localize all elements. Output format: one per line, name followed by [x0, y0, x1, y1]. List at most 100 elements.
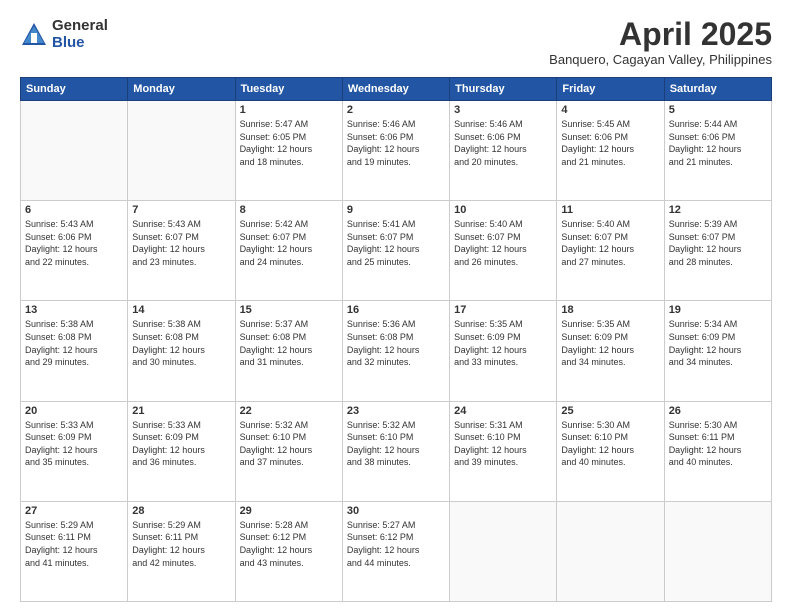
- calendar-cell: 1 Sunrise: 5:47 AM Sunset: 6:05 PM Daylig…: [235, 101, 342, 201]
- day-info: Sunrise: 5:38 AM Sunset: 6:08 PM Dayligh…: [25, 318, 123, 368]
- day-info: Sunrise: 5:47 AM Sunset: 6:05 PM Dayligh…: [240, 118, 338, 168]
- day-number: 13: [25, 304, 123, 316]
- calendar-cell: 2 Sunrise: 5:46 AM Sunset: 6:06 PM Daylig…: [342, 101, 449, 201]
- day-number: 1: [240, 104, 338, 116]
- day-number: 16: [347, 304, 445, 316]
- day-number: 23: [347, 405, 445, 417]
- day-number: 27: [25, 505, 123, 517]
- day-number: 4: [561, 104, 659, 116]
- calendar-cell: [128, 101, 235, 201]
- day-number: 30: [347, 505, 445, 517]
- day-number: 2: [347, 104, 445, 116]
- day-number: 9: [347, 204, 445, 216]
- day-info: Sunrise: 5:31 AM Sunset: 6:10 PM Dayligh…: [454, 419, 552, 469]
- calendar-cell: [664, 501, 771, 601]
- logo: General Blue: [20, 18, 108, 51]
- calendar-cell: 6 Sunrise: 5:43 AM Sunset: 6:06 PM Daylig…: [21, 201, 128, 301]
- day-number: 26: [669, 405, 767, 417]
- calendar-cell: 20 Sunrise: 5:33 AM Sunset: 6:09 PM Dayli…: [21, 401, 128, 501]
- day-info: Sunrise: 5:42 AM Sunset: 6:07 PM Dayligh…: [240, 218, 338, 268]
- day-info: Sunrise: 5:39 AM Sunset: 6:07 PM Dayligh…: [669, 218, 767, 268]
- day-info: Sunrise: 5:44 AM Sunset: 6:06 PM Dayligh…: [669, 118, 767, 168]
- day-info: Sunrise: 5:29 AM Sunset: 6:11 PM Dayligh…: [132, 519, 230, 569]
- calendar-cell: 21 Sunrise: 5:33 AM Sunset: 6:09 PM Dayli…: [128, 401, 235, 501]
- day-info: Sunrise: 5:30 AM Sunset: 6:11 PM Dayligh…: [669, 419, 767, 469]
- calendar-week-2: 13 Sunrise: 5:38 AM Sunset: 6:08 PM Dayli…: [21, 301, 772, 401]
- day-info: Sunrise: 5:43 AM Sunset: 6:06 PM Dayligh…: [25, 218, 123, 268]
- day-info: Sunrise: 5:35 AM Sunset: 6:09 PM Dayligh…: [561, 318, 659, 368]
- calendar-cell: 29 Sunrise: 5:28 AM Sunset: 6:12 PM Dayli…: [235, 501, 342, 601]
- day-info: Sunrise: 5:27 AM Sunset: 6:12 PM Dayligh…: [347, 519, 445, 569]
- day-info: Sunrise: 5:36 AM Sunset: 6:08 PM Dayligh…: [347, 318, 445, 368]
- day-info: Sunrise: 5:34 AM Sunset: 6:09 PM Dayligh…: [669, 318, 767, 368]
- day-info: Sunrise: 5:46 AM Sunset: 6:06 PM Dayligh…: [347, 118, 445, 168]
- calendar-cell: 24 Sunrise: 5:31 AM Sunset: 6:10 PM Dayli…: [450, 401, 557, 501]
- day-info: Sunrise: 5:40 AM Sunset: 6:07 PM Dayligh…: [561, 218, 659, 268]
- day-number: 20: [25, 405, 123, 417]
- subtitle: Banquero, Cagayan Valley, Philippines: [549, 52, 772, 67]
- calendar-cell: 13 Sunrise: 5:38 AM Sunset: 6:08 PM Dayli…: [21, 301, 128, 401]
- col-header-saturday: Saturday: [664, 78, 771, 101]
- day-info: Sunrise: 5:32 AM Sunset: 6:10 PM Dayligh…: [347, 419, 445, 469]
- calendar-cell: 15 Sunrise: 5:37 AM Sunset: 6:08 PM Dayli…: [235, 301, 342, 401]
- day-info: Sunrise: 5:46 AM Sunset: 6:06 PM Dayligh…: [454, 118, 552, 168]
- day-info: Sunrise: 5:30 AM Sunset: 6:10 PM Dayligh…: [561, 419, 659, 469]
- col-header-thursday: Thursday: [450, 78, 557, 101]
- logo-icon: [20, 21, 48, 49]
- day-number: 5: [669, 104, 767, 116]
- calendar-cell: 11 Sunrise: 5:40 AM Sunset: 6:07 PM Dayli…: [557, 201, 664, 301]
- header: General Blue April 2025 Banquero, Cagaya…: [20, 18, 772, 67]
- day-number: 21: [132, 405, 230, 417]
- day-info: Sunrise: 5:43 AM Sunset: 6:07 PM Dayligh…: [132, 218, 230, 268]
- day-number: 25: [561, 405, 659, 417]
- day-info: Sunrise: 5:29 AM Sunset: 6:11 PM Dayligh…: [25, 519, 123, 569]
- day-number: 29: [240, 505, 338, 517]
- logo-text: General Blue: [52, 18, 108, 51]
- logo-blue-text: Blue: [52, 35, 108, 52]
- logo-general-text: General: [52, 18, 108, 35]
- day-number: 6: [25, 204, 123, 216]
- calendar-cell: [450, 501, 557, 601]
- calendar-cell: 12 Sunrise: 5:39 AM Sunset: 6:07 PM Dayli…: [664, 201, 771, 301]
- day-info: Sunrise: 5:33 AM Sunset: 6:09 PM Dayligh…: [132, 419, 230, 469]
- day-number: 17: [454, 304, 552, 316]
- day-info: Sunrise: 5:28 AM Sunset: 6:12 PM Dayligh…: [240, 519, 338, 569]
- calendar-week-3: 20 Sunrise: 5:33 AM Sunset: 6:09 PM Dayli…: [21, 401, 772, 501]
- day-number: 19: [669, 304, 767, 316]
- day-number: 24: [454, 405, 552, 417]
- calendar-cell: 18 Sunrise: 5:35 AM Sunset: 6:09 PM Dayli…: [557, 301, 664, 401]
- day-info: Sunrise: 5:37 AM Sunset: 6:08 PM Dayligh…: [240, 318, 338, 368]
- day-number: 28: [132, 505, 230, 517]
- calendar-cell: 23 Sunrise: 5:32 AM Sunset: 6:10 PM Dayli…: [342, 401, 449, 501]
- col-header-sunday: Sunday: [21, 78, 128, 101]
- col-header-friday: Friday: [557, 78, 664, 101]
- calendar-cell: 10Sunrise: 5:40 AM Sunset: 6:07 PM Dayli…: [450, 201, 557, 301]
- day-number: 3: [454, 104, 552, 116]
- day-number: 11: [561, 204, 659, 216]
- day-number: 7: [132, 204, 230, 216]
- calendar-cell: [21, 101, 128, 201]
- day-number: 18: [561, 304, 659, 316]
- calendar-week-4: 27 Sunrise: 5:29 AM Sunset: 6:11 PM Dayli…: [21, 501, 772, 601]
- day-info: Sunrise: 5:33 AM Sunset: 6:09 PM Dayligh…: [25, 419, 123, 469]
- day-number: 12: [669, 204, 767, 216]
- calendar-week-1: 6 Sunrise: 5:43 AM Sunset: 6:06 PM Daylig…: [21, 201, 772, 301]
- month-title: April 2025: [549, 18, 772, 50]
- day-number: 14: [132, 304, 230, 316]
- calendar-cell: 19 Sunrise: 5:34 AM Sunset: 6:09 PM Dayli…: [664, 301, 771, 401]
- day-info: Sunrise: 5:41 AM Sunset: 6:07 PM Dayligh…: [347, 218, 445, 268]
- day-info: Sunrise: 5:32 AM Sunset: 6:10 PM Dayligh…: [240, 419, 338, 469]
- calendar-cell: 25 Sunrise: 5:30 AM Sunset: 6:10 PM Dayli…: [557, 401, 664, 501]
- calendar-cell: 7 Sunrise: 5:43 AM Sunset: 6:07 PM Daylig…: [128, 201, 235, 301]
- calendar-cell: 27 Sunrise: 5:29 AM Sunset: 6:11 PM Dayli…: [21, 501, 128, 601]
- day-number: 15: [240, 304, 338, 316]
- day-info: Sunrise: 5:45 AM Sunset: 6:06 PM Dayligh…: [561, 118, 659, 168]
- calendar-cell: 14Sunrise: 5:38 AM Sunset: 6:08 PM Dayli…: [128, 301, 235, 401]
- calendar-cell: 30 Sunrise: 5:27 AM Sunset: 6:12 PM Dayli…: [342, 501, 449, 601]
- calendar-cell: 28 Sunrise: 5:29 AM Sunset: 6:11 PM Dayli…: [128, 501, 235, 601]
- calendar-cell: 26 Sunrise: 5:30 AM Sunset: 6:11 PM Dayli…: [664, 401, 771, 501]
- calendar-cell: 17Sunrise: 5:35 AM Sunset: 6:09 PM Dayli…: [450, 301, 557, 401]
- day-number: 22: [240, 405, 338, 417]
- calendar-cell: [557, 501, 664, 601]
- day-number: 10: [454, 204, 552, 216]
